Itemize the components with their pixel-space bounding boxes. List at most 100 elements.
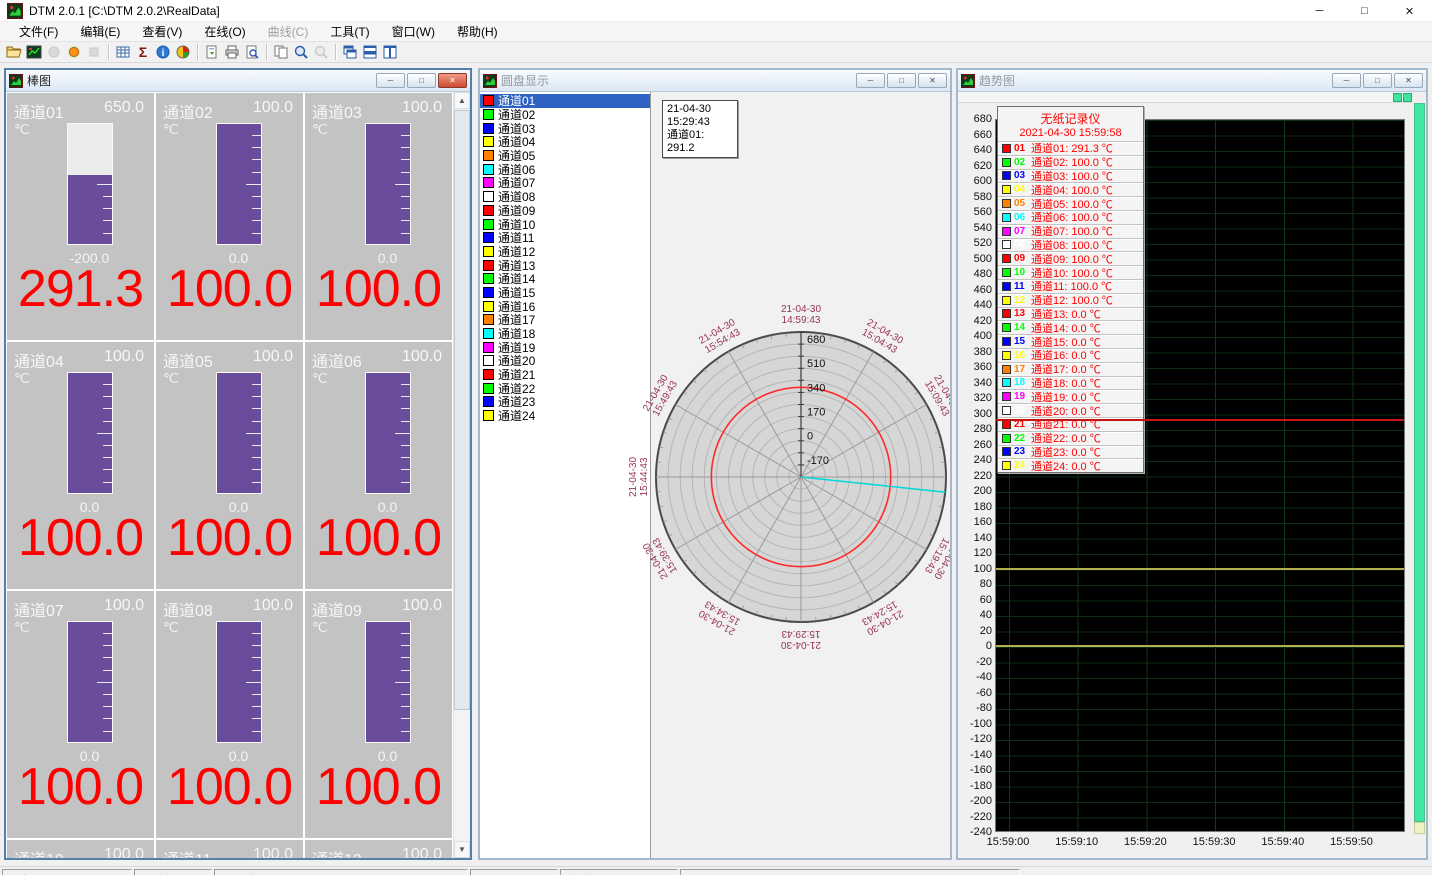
tick-mark bbox=[103, 633, 112, 634]
trend-chart-titlebar[interactable]: 趋势图 ─ □ ✕ bbox=[958, 70, 1426, 92]
cascade-windows-icon[interactable] bbox=[340, 43, 360, 61]
printer-icon[interactable] bbox=[222, 43, 242, 61]
open-folder-icon[interactable] bbox=[4, 43, 24, 61]
minimize-button[interactable]: ─ bbox=[856, 73, 885, 88]
tick-mark bbox=[103, 384, 112, 385]
close-button[interactable]: ✕ bbox=[1387, 0, 1432, 22]
close-button[interactable]: ✕ bbox=[1394, 73, 1423, 88]
legend-color-swatch bbox=[1002, 213, 1011, 222]
print-preview-icon[interactable] bbox=[242, 43, 262, 61]
menu-item-1[interactable]: 编辑(E) bbox=[69, 21, 131, 42]
y-tick-label: 600 bbox=[960, 175, 992, 187]
channel-list-item[interactable]: 通道24 bbox=[480, 409, 650, 423]
sigma-icon[interactable]: Σ bbox=[133, 43, 153, 61]
gauge-cell: 通道02100.0℃0.0100.0 bbox=[156, 93, 303, 340]
scroll-button-icon[interactable] bbox=[1393, 93, 1402, 102]
tile-vertical-icon[interactable] bbox=[380, 43, 400, 61]
maximize-button[interactable]: □ bbox=[407, 73, 436, 88]
menu-item-3[interactable]: 在线(O) bbox=[193, 21, 256, 42]
gauge-bar-track bbox=[67, 621, 113, 743]
legend-row: 10通道10: 100.0 ℃ bbox=[998, 265, 1143, 279]
tick-mark bbox=[252, 208, 261, 209]
gauge-cell: 通道01650.0℃-200.0291.3 bbox=[7, 93, 154, 340]
maximize-button[interactable]: □ bbox=[1363, 73, 1392, 88]
legend-color-swatch bbox=[1002, 461, 1011, 470]
menu-item-6[interactable]: 窗口(W) bbox=[381, 21, 446, 42]
menu-item-7[interactable]: 帮助(H) bbox=[446, 21, 509, 42]
gauge-bar-track bbox=[365, 123, 411, 245]
legend-channel-number: 23 bbox=[1014, 446, 1031, 457]
tick-mark bbox=[401, 408, 410, 409]
copy-icon[interactable] bbox=[271, 43, 291, 61]
y-tick-label: -160 bbox=[960, 764, 992, 776]
gauge-channel-name: 通道10 bbox=[14, 846, 64, 858]
scrollbar-thumb[interactable] bbox=[454, 110, 470, 710]
app-titlebar[interactable]: DTM 2.0.1 [C:\DTM 2.0.2\RealData] ─ □ ✕ bbox=[0, 0, 1432, 22]
gauge-channel-name: 通道12 bbox=[312, 846, 362, 858]
tick-mark bbox=[401, 633, 410, 634]
close-button[interactable]: ✕ bbox=[918, 73, 947, 88]
tick-mark bbox=[103, 408, 112, 409]
channel-color-swatch bbox=[483, 383, 494, 394]
tick-mark bbox=[252, 396, 261, 397]
zoom-disabled-icon[interactable] bbox=[311, 43, 331, 61]
trend-plot-area: 无纸记录仪 2021-04-30 15:59:58 01通道01: 291.3 … bbox=[958, 92, 1426, 858]
maximize-button[interactable]: □ bbox=[887, 73, 916, 88]
minimize-button[interactable]: ─ bbox=[1297, 0, 1342, 22]
scroll-down-arrow-icon[interactable]: ▼ bbox=[454, 841, 470, 858]
vertical-scrollbar[interactable] bbox=[1414, 103, 1425, 834]
legend-color-swatch bbox=[1002, 199, 1011, 208]
gauge-unit: ℃ bbox=[312, 619, 328, 636]
pie-chart-icon[interactable] bbox=[173, 43, 193, 61]
legend-row: 16通道16: 0.0 ℃ bbox=[998, 348, 1143, 362]
legend-channel-number: 24 bbox=[1014, 460, 1031, 471]
horizontal-scrollbar[interactable] bbox=[958, 92, 1412, 103]
bar-graph-title: 棒图 bbox=[27, 72, 372, 89]
tick-mark bbox=[401, 135, 410, 136]
menu-item-0[interactable]: 文件(F) bbox=[8, 21, 69, 42]
vertical-scrollbar[interactable]: ▲ ▼ bbox=[453, 92, 470, 858]
tick-mark bbox=[103, 196, 112, 197]
menu-item-5[interactable]: 工具(T) bbox=[319, 21, 380, 42]
gauge-channel-name: 通道05 bbox=[163, 348, 213, 372]
x-tick-label: 15:59:40 bbox=[1253, 836, 1313, 848]
gauge-bar-track bbox=[365, 372, 411, 494]
tick-mark bbox=[103, 147, 112, 148]
channel-color-swatch bbox=[483, 314, 494, 325]
scrollbar-thumb[interactable] bbox=[1414, 103, 1425, 822]
legend-row: 24通道24: 0.0 ℃ bbox=[998, 458, 1143, 472]
scroll-up-arrow-icon[interactable]: ▲ bbox=[454, 92, 470, 109]
disc-display-titlebar[interactable]: 圆盘显示 ─ □ ✕ bbox=[480, 70, 950, 92]
bar-graph-titlebar[interactable]: 棒图 ─ □ ✕ bbox=[6, 70, 470, 92]
close-button[interactable]: ✕ bbox=[438, 73, 467, 88]
tile-horizontal-icon[interactable] bbox=[360, 43, 380, 61]
y-tick-label: 680 bbox=[960, 113, 992, 125]
info-icon[interactable]: i bbox=[153, 43, 173, 61]
zoom-in-icon[interactable] bbox=[291, 43, 311, 61]
legend-row: 08通道08: 100.0 ℃ bbox=[998, 238, 1143, 252]
maximize-button[interactable]: □ bbox=[1342, 0, 1387, 22]
app-chart-icon[interactable] bbox=[24, 43, 44, 61]
channel-color-swatch bbox=[483, 287, 494, 298]
gauge-reading: 100.0 bbox=[156, 757, 303, 817]
minimize-button[interactable]: ─ bbox=[376, 73, 405, 88]
minimize-button[interactable]: ─ bbox=[1332, 73, 1361, 88]
toolbar-separator bbox=[197, 44, 198, 60]
export-page-icon[interactable] bbox=[202, 43, 222, 61]
status-segment bbox=[680, 869, 1020, 875]
record-orange-icon[interactable] bbox=[64, 43, 84, 61]
y-tick-label: 440 bbox=[960, 299, 992, 311]
tooltip-time: 15:29:43 bbox=[667, 116, 733, 129]
y-tick-label: 620 bbox=[960, 160, 992, 172]
record-gray-icon[interactable] bbox=[44, 43, 64, 61]
app-logo-icon bbox=[7, 3, 23, 19]
gauge-reading: 291.3 bbox=[7, 259, 154, 319]
channel-color-swatch bbox=[483, 273, 494, 284]
legend-color-swatch bbox=[1002, 185, 1011, 194]
menu-item-2[interactable]: 查看(V) bbox=[131, 21, 193, 42]
menu-item-4[interactable]: 曲线(C) bbox=[257, 21, 320, 42]
scroll-button-icon[interactable] bbox=[1403, 93, 1412, 102]
stop-gray-icon[interactable] bbox=[84, 43, 104, 61]
tick-mark bbox=[252, 220, 261, 221]
data-table-icon[interactable] bbox=[113, 43, 133, 61]
